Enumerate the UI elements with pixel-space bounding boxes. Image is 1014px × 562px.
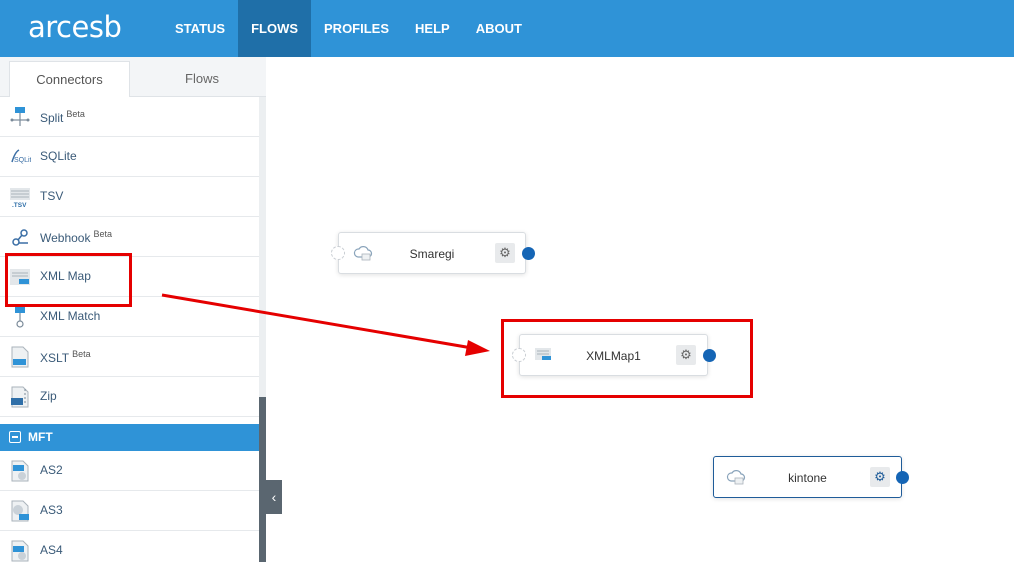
beta-badge: Beta bbox=[66, 109, 85, 119]
as3-icon bbox=[11, 500, 29, 522]
highlight-box-xml-map bbox=[5, 253, 132, 307]
connector-label: TSV bbox=[40, 189, 64, 203]
svg-text:.TSV: .TSV bbox=[12, 202, 27, 208]
sidebar-scrollbar-thumb[interactable] bbox=[259, 397, 266, 562]
section-header-mft[interactable]: MFT bbox=[0, 424, 259, 451]
top-bar: arcesb STATUS FLOWS PROFILES HELP ABOUT bbox=[0, 0, 1014, 57]
xslt-icon bbox=[11, 346, 29, 368]
collapse-section-icon bbox=[9, 431, 21, 443]
connector-label: XSLT bbox=[40, 351, 70, 365]
connector-item-sqlite[interactable]: SQLite SQLite bbox=[0, 137, 259, 177]
sqlite-icon: SQLite bbox=[11, 149, 31, 164]
chevron-left-icon: ‹ bbox=[271, 489, 277, 505]
gear-icon[interactable]: ⚙ bbox=[870, 467, 890, 487]
flow-node-kintone[interactable]: kintone ⚙ bbox=[713, 456, 909, 498]
tab-flows[interactable]: Flows bbox=[140, 61, 264, 97]
beta-badge: Beta bbox=[72, 349, 91, 359]
as2-icon bbox=[11, 460, 29, 482]
connector-item-as4[interactable]: AS4 bbox=[0, 531, 259, 562]
connector-label: XML Match bbox=[40, 309, 101, 323]
connector-item-xslt[interactable]: XSLT Beta bbox=[0, 337, 259, 377]
nav-help[interactable]: HELP bbox=[402, 0, 463, 57]
connector-item-as2[interactable]: AS2 bbox=[0, 451, 259, 491]
section-label: MFT bbox=[28, 430, 53, 444]
flow-node-smaregi[interactable]: Smaregi ⚙ bbox=[331, 232, 535, 274]
split-icon bbox=[10, 107, 30, 126]
connector-item-as3[interactable]: AS3 bbox=[0, 491, 259, 531]
as4-icon bbox=[11, 540, 29, 562]
connector-label: Split bbox=[40, 111, 64, 125]
nav-profiles[interactable]: PROFILES bbox=[311, 0, 402, 57]
main-nav: STATUS FLOWS PROFILES HELP ABOUT bbox=[162, 0, 535, 57]
sidebar-tabs: Connectors Flows bbox=[0, 57, 266, 97]
connector-label: AS2 bbox=[40, 463, 63, 477]
zip-icon bbox=[11, 386, 29, 408]
xml-match-icon bbox=[15, 307, 25, 328]
collapse-sidebar-button[interactable]: ‹ bbox=[266, 480, 282, 514]
connector-item-webhook[interactable]: Webhook Beta bbox=[0, 217, 259, 257]
connector-list: SplitBeta SQLite SQLite .TSV TSV bbox=[0, 97, 259, 562]
webhook-icon bbox=[12, 229, 28, 246]
connector-item-zip[interactable]: Zip bbox=[0, 377, 259, 417]
tab-connectors[interactable]: Connectors bbox=[9, 61, 130, 97]
connector-label: AS4 bbox=[40, 543, 63, 557]
connector-sidebar: Connectors Flows SplitBeta SQLite SQLite bbox=[0, 57, 266, 562]
svg-text:SQLite: SQLite bbox=[14, 157, 31, 164]
highlight-box-xmlmap1 bbox=[501, 319, 753, 398]
connector-label: Zip bbox=[40, 389, 57, 403]
nav-status[interactable]: STATUS bbox=[162, 0, 238, 57]
connector-label: Webhook bbox=[40, 231, 91, 245]
connector-item-split[interactable]: Split Beta bbox=[0, 97, 259, 137]
nav-flows[interactable]: FLOWS bbox=[238, 0, 312, 57]
output-port[interactable] bbox=[896, 471, 909, 484]
connector-label: SQLite bbox=[40, 149, 77, 163]
tsv-icon: .TSV bbox=[10, 188, 30, 208]
output-port[interactable] bbox=[522, 247, 535, 260]
arcesb-logo[interactable]: arcesb bbox=[28, 10, 122, 44]
nav-about[interactable]: ABOUT bbox=[463, 0, 535, 57]
beta-badge: Beta bbox=[93, 229, 112, 239]
connector-label: AS3 bbox=[40, 503, 63, 517]
gear-icon[interactable]: ⚙ bbox=[495, 243, 515, 263]
connector-item-tsv[interactable]: .TSV TSV bbox=[0, 177, 259, 217]
